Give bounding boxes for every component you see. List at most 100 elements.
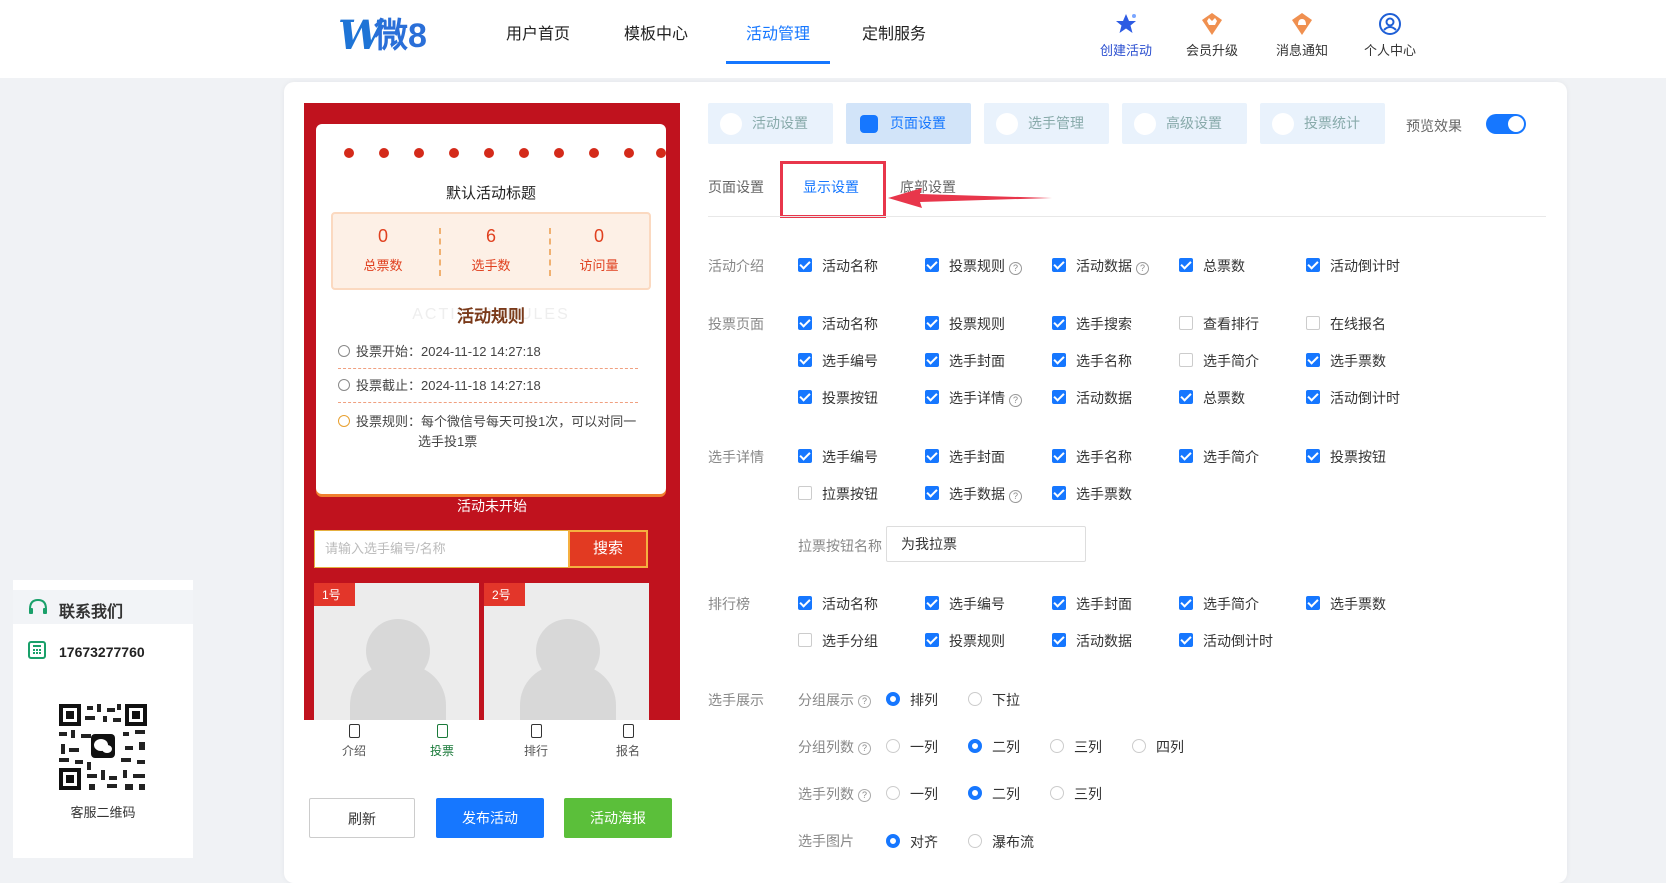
checkbox-rank-number[interactable]: 选手编号 [925, 594, 1005, 614]
search-button[interactable]: 搜索 [568, 530, 648, 568]
user-icon [996, 113, 1018, 135]
tab-advanced-settings[interactable]: 高级设置 [1122, 103, 1247, 144]
checkbox-vote-button[interactable]: 投票按钮 [798, 388, 878, 408]
nav-custom-service[interactable]: 定制服务 [852, 0, 936, 64]
contact-title: 联系我们 [59, 604, 124, 621]
checkbox-vote-data[interactable]: 活动数据 [1052, 388, 1132, 408]
checkbox-vote-ranking[interactable]: 查看排行 [1179, 314, 1259, 334]
radio-group-show-dropdown[interactable]: 下拉 [968, 690, 1020, 710]
activity-status: 活动未开始 [457, 498, 527, 514]
highlight-box [780, 161, 886, 218]
subtab-page[interactable]: 页面设置 [708, 177, 764, 197]
poster-button[interactable]: 活动海报 [564, 798, 672, 838]
checkbox-vote-search[interactable]: 选手搜索 [1052, 314, 1132, 334]
checkbox-vote-intro[interactable]: 选手简介 [1179, 351, 1259, 371]
radio-player-cols-1[interactable]: 一列 [886, 784, 938, 804]
checkbox-vote-total[interactable]: 总票数 [1179, 388, 1245, 408]
checkbox-rank-countdown[interactable]: 活动倒计时 [1179, 631, 1273, 651]
tab-intro[interactable]: 介绍 [324, 724, 384, 759]
pull-button-name-label: 拉票按钮名称 [798, 538, 882, 554]
checkbox-vote-number[interactable]: 选手编号 [798, 351, 878, 371]
checkbox-vote-rules[interactable]: 投票规则 [925, 314, 1005, 334]
checkbox-vote-detail[interactable]: 选手详情? [925, 388, 1022, 408]
create-activity-label: 创建活动 [1099, 43, 1152, 58]
checkbox-rank-rules[interactable]: 投票规则 [925, 631, 1005, 651]
player-number-tag: 1号 [314, 583, 355, 606]
player-search-input[interactable]: 请输入选手编号/名称 [314, 530, 568, 568]
member-upgrade-button[interactable]: 会员升级 [1172, 12, 1252, 59]
subtab-divider [708, 216, 1546, 217]
radio-player-image-align[interactable]: 对齐 [886, 832, 938, 852]
group-cols-label: 分组列数? [798, 737, 871, 757]
vote-start: 投票开始：2024-11-12 14:27:18 [338, 342, 638, 362]
checkbox-intro-rules[interactable]: 投票规则? [925, 256, 1022, 276]
tab-vote[interactable]: 投票 [412, 724, 472, 759]
radio-group-show-list[interactable]: 排列 [886, 690, 938, 710]
radio-player-cols-2[interactable]: 二列 [968, 784, 1020, 804]
help-icon: ? [858, 789, 871, 802]
checkbox-detail-name[interactable]: 选手名称 [1052, 447, 1132, 467]
checkbox-intro-data[interactable]: 活动数据? [1052, 256, 1149, 276]
stats-box: 0 总票数 6 选手数 0 访问量 [331, 212, 651, 290]
player-image-label: 选手图片 [798, 833, 854, 849]
tab-rank[interactable]: 排行 [506, 724, 566, 759]
pull-button-name-input[interactable]: 为我拉票 [886, 526, 1086, 562]
nav-templates[interactable]: 模板中心 [614, 0, 698, 64]
checkbox-intro-total[interactable]: 总票数 [1179, 256, 1245, 276]
radio-group-cols-3[interactable]: 三列 [1050, 737, 1102, 757]
create-activity-button[interactable]: 创建活动 [1086, 12, 1166, 59]
checkbox-vote-count[interactable]: 选手票数 [1306, 351, 1386, 371]
user-circle-icon [1379, 13, 1401, 35]
help-icon: ? [1009, 394, 1022, 407]
tab-page-settings[interactable]: 页面设置 [846, 103, 971, 144]
checkbox-rank-name[interactable]: 活动名称 [798, 594, 878, 614]
section-rank-label: 排行榜 [708, 596, 750, 612]
checkbox-detail-cover[interactable]: 选手封面 [925, 447, 1005, 467]
profile-label: 个人中心 [1363, 43, 1416, 58]
player-card[interactable]: 1号 [314, 583, 479, 720]
vote-icon [436, 724, 448, 738]
checkbox-rank-data[interactable]: 活动数据 [1052, 631, 1132, 651]
stat-visits: 0 访问量 [579, 226, 619, 273]
star-icon [1116, 14, 1136, 33]
checkbox-detail-intro[interactable]: 选手简介 [1179, 447, 1259, 467]
preview-toggle[interactable] [1486, 114, 1526, 134]
checkbox-rank-cover[interactable]: 选手封面 [1052, 594, 1132, 614]
checkbox-detail-vote-button[interactable]: 投票按钮 [1306, 447, 1386, 467]
nav-home[interactable]: 用户首页 [496, 0, 580, 64]
player-card[interactable]: 2号 [484, 583, 649, 720]
checkbox-vote-cover[interactable]: 选手封面 [925, 351, 1005, 371]
radio-group-cols-1[interactable]: 一列 [886, 737, 938, 757]
checkbox-vote-signup[interactable]: 在线报名 [1306, 314, 1386, 334]
profile-button[interactable]: 个人中心 [1350, 12, 1430, 59]
radio-player-image-waterfall[interactable]: 瀑布流 [968, 832, 1034, 852]
checkbox-rank-intro[interactable]: 选手简介 [1179, 594, 1259, 614]
qr-code-icon [57, 702, 149, 792]
checkbox-detail-pull-button[interactable]: 拉票按钮 [798, 484, 878, 504]
tab-vote-stats[interactable]: 投票统计 [1260, 103, 1385, 144]
help-icon: ? [858, 695, 871, 708]
checkbox-intro-countdown[interactable]: 活动倒计时 [1306, 256, 1400, 276]
checkbox-vote-countdown[interactable]: 活动倒计时 [1306, 388, 1400, 408]
checkbox-detail-number[interactable]: 选手编号 [798, 447, 878, 467]
checkbox-vote-player-name[interactable]: 选手名称 [1052, 351, 1132, 371]
radio-player-cols-3[interactable]: 三列 [1050, 784, 1102, 804]
radio-group-cols-2[interactable]: 二列 [968, 737, 1020, 757]
checkbox-intro-name[interactable]: 活动名称 [798, 256, 878, 276]
checkbox-detail-votes[interactable]: 选手票数 [1052, 484, 1132, 504]
publish-button[interactable]: 发布活动 [436, 798, 544, 838]
refresh-button[interactable]: 刷新 [309, 798, 415, 838]
checkbox-rank-votes[interactable]: 选手票数 [1306, 594, 1386, 614]
notifications-button[interactable]: 消息通知 [1262, 12, 1342, 59]
tab-player-management[interactable]: 选手管理 [984, 103, 1109, 144]
checkbox-vote-name[interactable]: 活动名称 [798, 314, 878, 334]
nav-activity-management[interactable]: 活动管理 [726, 0, 830, 64]
radio-group-cols-4[interactable]: 四列 [1132, 737, 1184, 757]
tab-signup[interactable]: 报名 [598, 724, 658, 759]
arrow-annotation [888, 188, 1052, 208]
vote-rule: 投票规则：每个微信号每天可投1次，可以对同一 [338, 412, 638, 432]
checkbox-detail-data[interactable]: 选手数据? [925, 484, 1022, 504]
tab-activity-settings[interactable]: 活动设置 [708, 103, 833, 144]
checkbox-rank-group[interactable]: 选手分组 [798, 631, 878, 651]
logo[interactable]: W 微8 [338, 14, 448, 58]
